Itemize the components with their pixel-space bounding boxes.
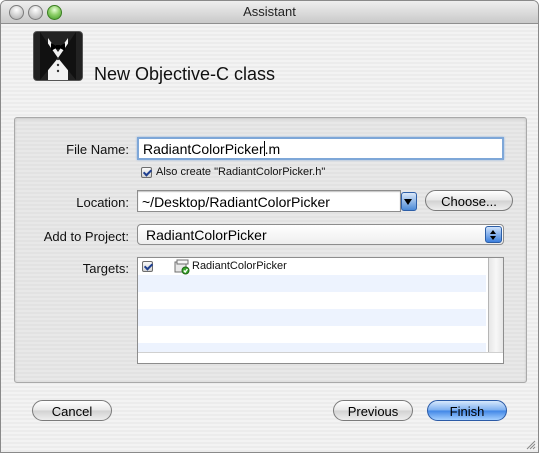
page-title: New Objective-C class <box>94 64 276 84</box>
targets-label: Targets: <box>82 261 129 276</box>
file-name-text-before: RadiantColorPicker <box>143 141 264 157</box>
window-title: Assistant <box>243 4 296 19</box>
choose-button[interactable]: Choose... <box>425 190 513 211</box>
location-label: Location: <box>76 195 129 210</box>
target-name: RadiantColorPicker <box>192 260 287 272</box>
select-stepper-icon <box>485 226 502 243</box>
previous-button[interactable]: Previous <box>333 400 413 421</box>
popup-arrow-icon <box>404 199 412 205</box>
table-row <box>138 292 486 309</box>
table-row[interactable] <box>138 258 486 275</box>
targets-table[interactable]: RadiantColorPicker <box>137 257 504 364</box>
add-to-project-select[interactable]: RadiantColorPicker <box>137 224 504 245</box>
add-to-project-label: Add to Project: <box>43 229 129 244</box>
also-create-checkbox[interactable] <box>141 167 152 178</box>
location-field[interactable]: ~/Desktop/RadiantColorPicker <box>137 190 401 212</box>
tuxedo-icon <box>33 31 83 81</box>
table-scrollbar[interactable] <box>488 258 503 352</box>
location-popup-button[interactable] <box>401 192 417 211</box>
table-row <box>138 309 486 326</box>
assistant-window: Assistant New Objective-C class File Nam… <box>0 0 539 453</box>
location-value: ~/Desktop/RadiantColorPicker <box>142 194 330 210</box>
target-app-icon <box>174 259 190 275</box>
table-row <box>138 326 486 343</box>
file-name-text-after: .m <box>264 141 281 157</box>
cancel-button[interactable]: Cancel <box>32 400 112 421</box>
target-checkbox[interactable] <box>142 261 153 272</box>
add-to-project-value: RadiantColorPicker <box>146 227 267 243</box>
file-name-label: File Name: <box>66 142 129 157</box>
title-bar[interactable]: Assistant <box>1 1 538 24</box>
table-row <box>138 343 486 352</box>
also-create-label: Also create "RadiantColorPicker.h" <box>156 166 326 178</box>
finish-button[interactable]: Finish <box>427 400 507 421</box>
table-row <box>138 275 486 292</box>
table-footer-divider <box>138 352 503 353</box>
form-panel: File Name: RadiantColorPicker.m Also cre… <box>14 117 527 383</box>
file-name-field[interactable]: RadiantColorPicker.m <box>137 137 504 160</box>
assistant-header: New Objective-C class <box>1 24 538 112</box>
resize-grip-icon[interactable] <box>524 438 536 450</box>
